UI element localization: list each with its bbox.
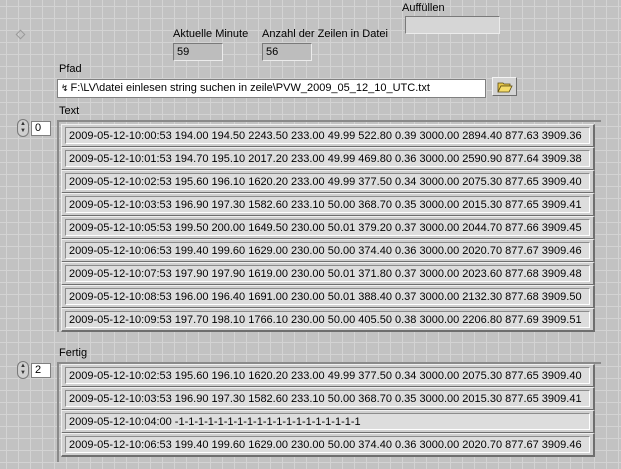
decrement-arrow-icon[interactable]: ▼ (20, 370, 26, 377)
fertig-array-row: 2009-05-12-10:06:53 199.40 199.60 1629.0… (65, 436, 590, 453)
text-array-row: 2009-05-12-10:07:53 197.90 197.90 1619.0… (65, 265, 590, 282)
text-array-row: 2009-05-12-10:06:53 199.40 199.60 1629.0… (65, 242, 590, 259)
fertig-array-index-control[interactable]: ▲ ▼ 2 (17, 361, 51, 379)
text-array-cell: 2009-05-12-10:03:53 196.90 197.30 1582.6… (61, 193, 595, 217)
text-array-label: Text (59, 105, 80, 117)
auffuellen-label: Auffüllen (402, 2, 445, 14)
decrement-arrow-icon[interactable]: ▼ (20, 128, 26, 135)
text-array-row: 2009-05-12-10:05:53 199.50 200.00 1649.5… (65, 219, 590, 236)
aktuelle-minute-indicator: 59 (173, 43, 223, 61)
text-array-cell: 2009-05-12-10:00:53 194.00 194.50 2243.5… (61, 124, 595, 148)
anzahl-zeilen-indicator: 56 (262, 43, 312, 61)
pfad-label: Pfad (59, 63, 82, 75)
fertig-array-cell: 2009-05-12-10:02:53 195.60 196.10 1620.2… (61, 364, 595, 388)
text-array-index-spinner[interactable]: ▲ ▼ (17, 119, 29, 137)
folder-open-icon (496, 82, 513, 92)
path-icon: ↯ (61, 83, 69, 93)
text-array-cell: 2009-05-12-10:07:53 197.90 197.90 1619.0… (61, 262, 595, 286)
fertig-array-index-spinner[interactable]: ▲ ▼ (17, 361, 29, 379)
text-array-row: 2009-05-12-10:02:53 195.60 196.10 1620.2… (65, 173, 590, 190)
text-array-row: 2009-05-12-10:03:53 196.90 197.30 1582.6… (65, 196, 590, 213)
pfad-path-control[interactable]: ↯ F:\LV\datei einlesen string suchen in z… (57, 79, 486, 98)
browse-button[interactable] (492, 77, 517, 96)
text-array-index-value[interactable]: 0 (31, 120, 51, 136)
text-array-row: 2009-05-12-10:08:53 196.00 196.40 1691.0… (65, 288, 590, 305)
anzahl-zeilen-label: Anzahl der Zeilen in Datei (262, 28, 388, 40)
fertig-array-cell: 2009-05-12-10:04:00 -1-1-1-1-1-1-1-1-1-1… (61, 410, 595, 434)
fertig-array-cell: 2009-05-12-10:03:53 196.90 197.30 1582.6… (61, 387, 595, 411)
auffuellen-control[interactable] (405, 16, 500, 34)
text-array-row: 2009-05-12-10:00:53 194.00 194.50 2243.5… (65, 127, 590, 144)
text-array-cell: 2009-05-12-10:08:53 196.00 196.40 1691.0… (61, 285, 595, 309)
fertig-array-index-value[interactable]: 2 (31, 362, 51, 378)
fertig-array-row: 2009-05-12-10:04:00 -1-1-1-1-1-1-1-1-1-1… (65, 413, 590, 430)
text-array-cell: 2009-05-12-10:06:53 199.40 199.60 1629.0… (61, 239, 595, 263)
fertig-array-row: 2009-05-12-10:02:53 195.60 196.10 1620.2… (65, 367, 590, 384)
increment-arrow-icon[interactable]: ▲ (20, 363, 26, 370)
text-array-cell: 2009-05-12-10:01:53 194.70 195.10 2017.2… (61, 147, 595, 171)
aktuelle-minute-label: Aktuelle Minute (173, 28, 249, 40)
text-array-cell: 2009-05-12-10:02:53 195.60 196.10 1620.2… (61, 170, 595, 194)
increment-arrow-icon[interactable]: ▲ (20, 121, 26, 128)
text-array-row: 2009-05-12-10:09:53 197.70 198.10 1766.1… (65, 311, 590, 328)
text-array-cell: 2009-05-12-10:09:53 197.70 198.10 1766.1… (61, 308, 595, 332)
pfad-value: F:\LV\datei einlesen string suchen in ze… (70, 82, 430, 94)
fertig-array-cell: 2009-05-12-10:06:53 199.40 199.60 1629.0… (61, 433, 595, 457)
fertig-array-label: Fertig (59, 347, 88, 359)
fertig-array-row: 2009-05-12-10:03:53 196.90 197.30 1582.6… (65, 390, 590, 407)
decoration-diamond (15, 29, 26, 40)
text-array-index-control[interactable]: ▲ ▼ 0 (17, 119, 51, 137)
text-array-row: 2009-05-12-10:01:53 194.70 195.10 2017.2… (65, 150, 590, 167)
text-array-cell: 2009-05-12-10:05:53 199.50 200.00 1649.5… (61, 216, 595, 240)
